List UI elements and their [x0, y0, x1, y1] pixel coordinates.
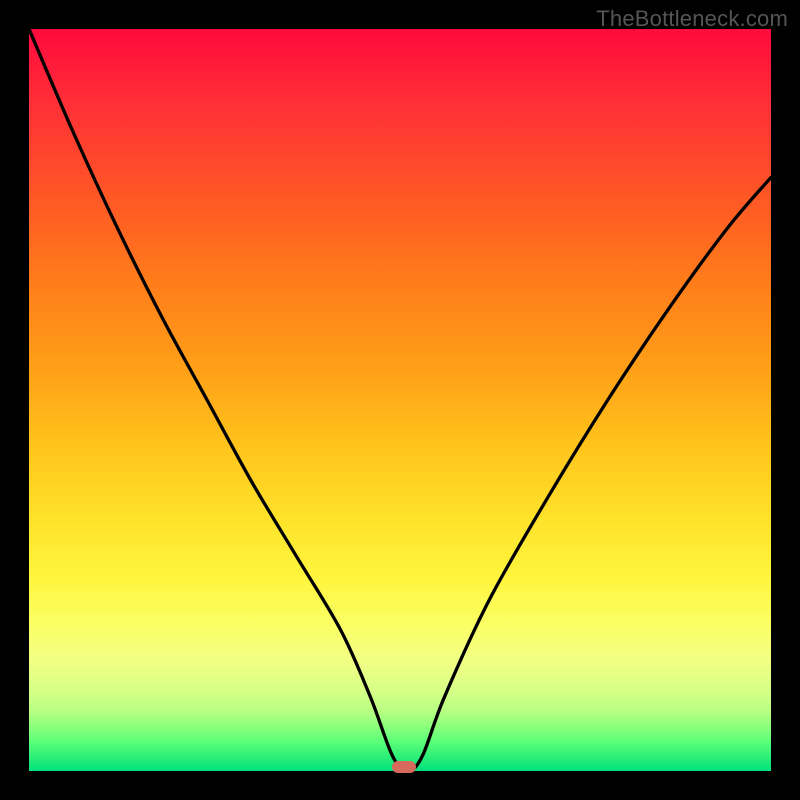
watermark-text: TheBottleneck.com [596, 6, 788, 32]
optimal-point-marker [392, 761, 416, 773]
plot-area [29, 29, 771, 771]
chart-container: TheBottleneck.com [0, 0, 800, 800]
